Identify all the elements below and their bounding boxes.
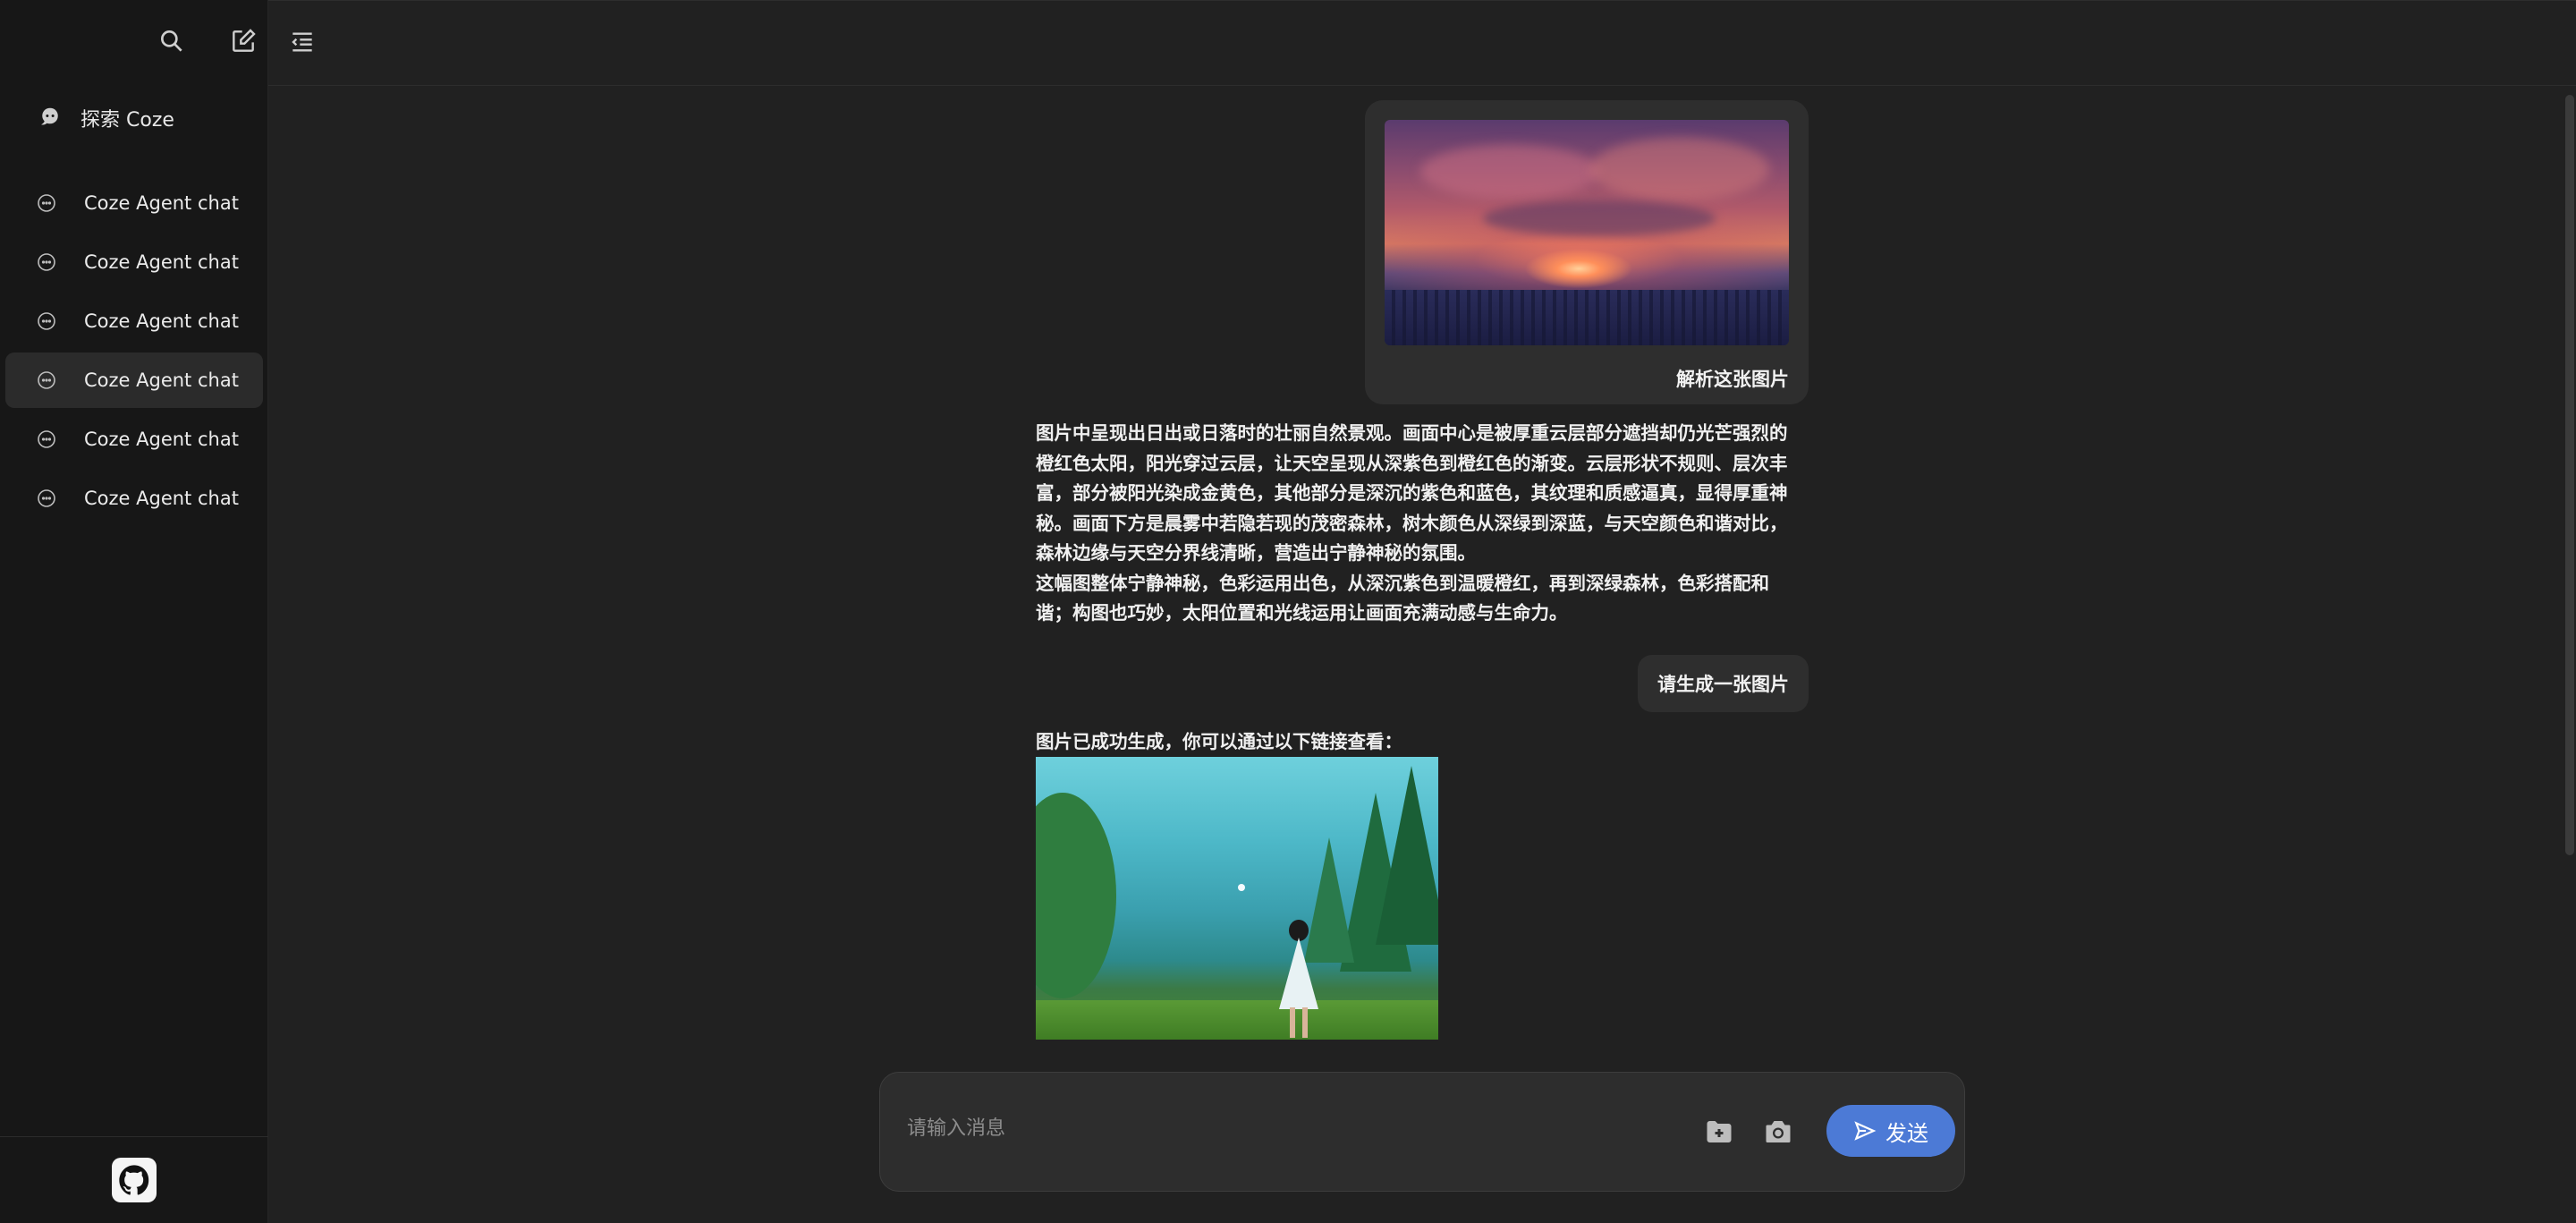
chat-item[interactable]: Coze Agent chat <box>5 471 263 526</box>
chat-item[interactable]: Coze Agent chat <box>5 293 263 349</box>
sidebar-footer <box>0 1136 268 1223</box>
scrollbar[interactable] <box>2563 86 2576 1151</box>
chat-bubble-icon <box>38 253 55 271</box>
chat-bubble-icon <box>38 489 55 507</box>
chat-bubble-icon <box>38 430 55 448</box>
folder-add-icon <box>1707 1121 1732 1142</box>
new-chat-icon <box>233 29 256 52</box>
collapse-sidebar-icon <box>292 32 312 52</box>
chat-item-label: Coze Agent chat <box>84 251 239 273</box>
upload-file-button[interactable] <box>1701 1114 1737 1150</box>
bot-reply-text: 图片已成功生成，你可以通过以下链接查看： <box>1036 731 1402 752</box>
github-icon <box>119 1165 149 1195</box>
user-image-message: 解析这张图片 <box>1365 100 1809 404</box>
generated-image[interactable] <box>1036 757 1438 1040</box>
send-icon <box>1854 1121 1877 1141</box>
uploaded-sunset-image[interactable] <box>1385 120 1789 345</box>
chat-bubble-icon <box>38 371 55 389</box>
camera-icon <box>1766 1121 1791 1142</box>
explore-coze-link[interactable]: 探索 Coze <box>32 100 174 136</box>
explore-icon <box>32 100 68 136</box>
search-button[interactable] <box>152 21 191 61</box>
message-composer: 发送 <box>879 1072 1965 1192</box>
send-label: 发送 <box>1885 1120 1928 1146</box>
top-bar <box>268 0 2576 86</box>
chat-item[interactable]: Coze Agent chat <box>5 175 263 231</box>
camera-button[interactable] <box>1760 1114 1796 1150</box>
sidebar: 探索 Coze Coze Agent chat Coze Agent chat … <box>0 0 268 1223</box>
chat-item[interactable]: Coze Agent chat <box>5 412 263 467</box>
bot-analysis-paragraph: 这幅图整体宁静神秘，色彩运用出色，从深沉紫色到温暖橙红，再到深绿森林，色彩搭配和… <box>1036 572 1769 624</box>
scrollbar-thumb[interactable] <box>2565 95 2574 855</box>
bot-analysis-paragraph: 图片中呈现出日出或日落时的壮丽自然景观。画面中心是被厚重云层部分遮挡却仍光芒强烈… <box>1036 422 1788 564</box>
collapse-sidebar-button[interactable] <box>283 22 322 62</box>
chat-item-label: Coze Agent chat <box>84 429 239 450</box>
chat-bubble-icon <box>38 312 55 330</box>
explore-label: 探索 Coze <box>80 109 174 132</box>
chat-item-label: Coze Agent chat <box>84 369 239 391</box>
user-message: 请生成一张图片 <box>1638 655 1809 712</box>
chat-item-active[interactable]: Coze Agent chat <box>5 352 263 408</box>
send-button[interactable]: 发送 <box>1826 1105 1955 1157</box>
app-window: 探索 Coze Coze Agent chat Coze Agent chat … <box>0 0 2576 1223</box>
chat-item-label: Coze Agent chat <box>84 488 239 509</box>
chat-item[interactable]: Coze Agent chat <box>5 234 263 290</box>
chat-item-label: Coze Agent chat <box>84 192 239 214</box>
main-panel: 解析这张图片 图片中呈现出日出或日落时的壮丽自然景观。画面中心是被厚重云层部分遮… <box>268 0 2576 1223</box>
user-image-caption: 解析这张图片 <box>1676 369 1789 390</box>
sidebar-toolbar <box>152 21 263 61</box>
github-link[interactable] <box>112 1158 157 1202</box>
message-input[interactable] <box>907 1110 1640 1146</box>
search-icon <box>161 30 182 52</box>
chat-item-label: Coze Agent chat <box>84 310 239 332</box>
chat-list: Coze Agent chat Coze Agent chat Coze Age… <box>5 175 263 530</box>
bot-analysis-message: 图片中呈现出日出或日落时的壮丽自然景观。画面中心是被厚重云层部分遮挡却仍光芒强烈… <box>1036 419 1789 629</box>
new-chat-button[interactable] <box>224 21 263 61</box>
chat-bubble-icon <box>38 194 55 212</box>
